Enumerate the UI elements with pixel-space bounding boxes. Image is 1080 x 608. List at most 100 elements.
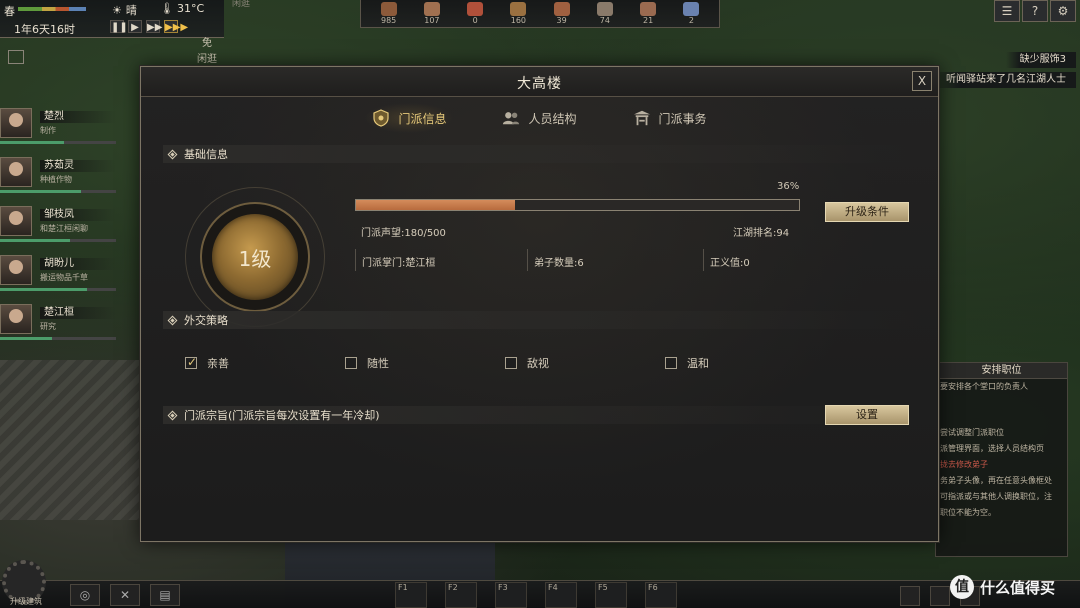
cloth-icon [640, 2, 657, 16]
tab-label: 门派信息 [398, 111, 447, 126]
diplomacy-option[interactable]: 随性 [345, 355, 505, 371]
avatar[interactable] [0, 157, 32, 187]
progress-percent: 36% [777, 181, 800, 192]
guide-line: 派管理界面，选择人员结构页 [940, 444, 1044, 453]
resource-count: 39 [556, 16, 567, 25]
diplomacy-option[interactable]: 温和 [665, 355, 825, 371]
task-guide-title[interactable]: 安排职位 [936, 363, 1067, 379]
resource-item[interactable]: 2 [674, 2, 708, 26]
temperature-label: 31°C [176, 2, 205, 15]
diplomacy-option[interactable]: 亲善 [185, 355, 345, 371]
diamond-icon [167, 315, 178, 325]
disciple-name: 胡盼儿 [40, 258, 116, 270]
notice-item[interactable]: 听闻驿站来了几名江湖人士 [932, 72, 1076, 88]
checkbox[interactable] [505, 357, 517, 369]
scroll-icon[interactable]: ▤ [150, 584, 180, 606]
disciple-task: 制作 [40, 126, 56, 135]
function-key-slot[interactable]: F6 [645, 582, 677, 608]
temperature: 🌡 31°C [160, 2, 204, 15]
basic-info-section-header: 基础信息 [163, 145, 923, 163]
checkbox[interactable] [185, 355, 197, 369]
option-label: 温和 [687, 357, 709, 370]
diamond-icon [167, 410, 178, 420]
ore-icon [596, 2, 613, 16]
medallion-ring: 1级 [200, 202, 310, 312]
tab-staff-structure[interactable]: 人员结构 [494, 103, 584, 133]
diamond-icon [167, 149, 178, 159]
checkbox[interactable] [665, 357, 677, 369]
watermark: 值 什么值得买 [950, 572, 1080, 602]
disciple-stamina-fill [0, 141, 64, 144]
fastest-button[interactable]: ▶▶▶ [164, 20, 188, 33]
function-key-label: F5 [598, 583, 608, 592]
resource-count: 985 [380, 16, 397, 25]
tab-label: 门派事务 [658, 111, 707, 126]
close-button[interactable]: X [912, 71, 932, 91]
time-weather-hud: 春 ☀ 晴 🌡 31°C 1年6天16时 ❚❚ ▶ ▶▶ ▶▶▶ [0, 0, 224, 38]
food-icon [467, 2, 484, 16]
justice-box: 正义值:0 [703, 249, 799, 271]
disciple-stamina-fill [0, 239, 70, 242]
avatar[interactable] [0, 304, 32, 334]
function-key-slot[interactable]: F4 [545, 582, 577, 608]
lock-icon[interactable] [900, 586, 920, 606]
function-key-label: F6 [648, 583, 658, 592]
resource-item[interactable]: 39 [545, 2, 579, 26]
disciple-card[interactable]: 楚江桓 研究 [0, 294, 118, 343]
weather: ☀ 晴 [112, 2, 137, 18]
disciple-card[interactable]: 楚烈 制作 [0, 98, 118, 147]
shield-icon [372, 109, 390, 127]
herb-icon [510, 2, 527, 16]
checkbox[interactable] [345, 357, 357, 369]
function-key-slot[interactable]: F5 [595, 582, 627, 608]
section-title: 外交策略 [184, 314, 228, 327]
resource-item[interactable]: 74 [588, 2, 622, 26]
list-icon[interactable] [930, 586, 950, 606]
side-panel-toggle-icon[interactable] [8, 50, 24, 64]
faint-npc-label: 闲逛 [232, 0, 251, 9]
avatar[interactable] [0, 108, 32, 138]
function-key-label: F3 [498, 583, 508, 592]
fast-forward-button[interactable]: ▶▶ [146, 20, 162, 33]
resource-item[interactable]: 0 [458, 2, 492, 26]
resource-item[interactable]: 21 [631, 2, 665, 26]
resource-item[interactable]: 107 [415, 2, 449, 26]
upgrade-conditions-button[interactable]: 升级条件 [825, 202, 909, 222]
play-button[interactable]: ▶ [128, 20, 142, 33]
pause-button[interactable]: ❚❚ [110, 20, 128, 33]
tab-sect-affairs[interactable]: 门派事务 [625, 103, 715, 133]
disciple-card[interactable]: 胡盼儿 搬运物品千草 [0, 245, 118, 294]
set-tenet-button[interactable]: 设置 [825, 405, 909, 425]
guide-line: 务弟子头像，再在任意头像框处 [940, 476, 1052, 485]
guide-line: 尝试调整门派职位 [940, 428, 1004, 437]
disciple-task: 研究 [40, 322, 56, 331]
meat-icon [553, 2, 570, 16]
disciple-stamina-bar [0, 337, 116, 340]
help-button[interactable]: ? [1022, 0, 1048, 22]
function-key-slot[interactable]: F1 [395, 582, 427, 608]
menu-button[interactable]: ☰ [994, 0, 1020, 22]
game-date: 1年6天16时 [14, 23, 75, 36]
map-icon[interactable]: ◎ [70, 584, 100, 606]
disciple-task: 种植作物 [40, 175, 72, 184]
task-guide-panel: 安排职位 要安排各个堂口的负责人 尝试调整门派职位 派管理界面，选择人员结构页 … [935, 362, 1068, 557]
disciple-card[interactable]: 邹枝凤 和楚江桓闲聊 [0, 196, 118, 245]
diplomacy-option[interactable]: 敌视 [505, 355, 665, 371]
bottom-left-icons: ◎ ✕ ▤ [70, 584, 180, 606]
nearby-npc-label[interactable]: 免 闲逛 [197, 36, 217, 68]
settings-button[interactable]: ⚙ [1050, 0, 1076, 22]
disciple-card[interactable]: 苏茹灵 种植作物 [0, 147, 118, 196]
function-key-slot[interactable]: F2 [445, 582, 477, 608]
resource-item[interactable]: 160 [501, 2, 535, 26]
resource-item[interactable]: 985 [372, 2, 406, 26]
disciple-stamina-bar [0, 141, 116, 144]
function-key-slot[interactable]: F3 [495, 582, 527, 608]
watermark-logo: 值 [950, 575, 974, 599]
tab-sect-info[interactable]: 门派信息 [364, 103, 455, 133]
notice-item[interactable]: 缺少服饰3 [1005, 52, 1076, 68]
avatar[interactable] [0, 255, 32, 285]
disciple-stamina-fill [0, 190, 82, 193]
avatar[interactable] [0, 206, 32, 236]
season-label: 春 [4, 5, 15, 18]
tools-icon[interactable]: ✕ [110, 584, 140, 606]
